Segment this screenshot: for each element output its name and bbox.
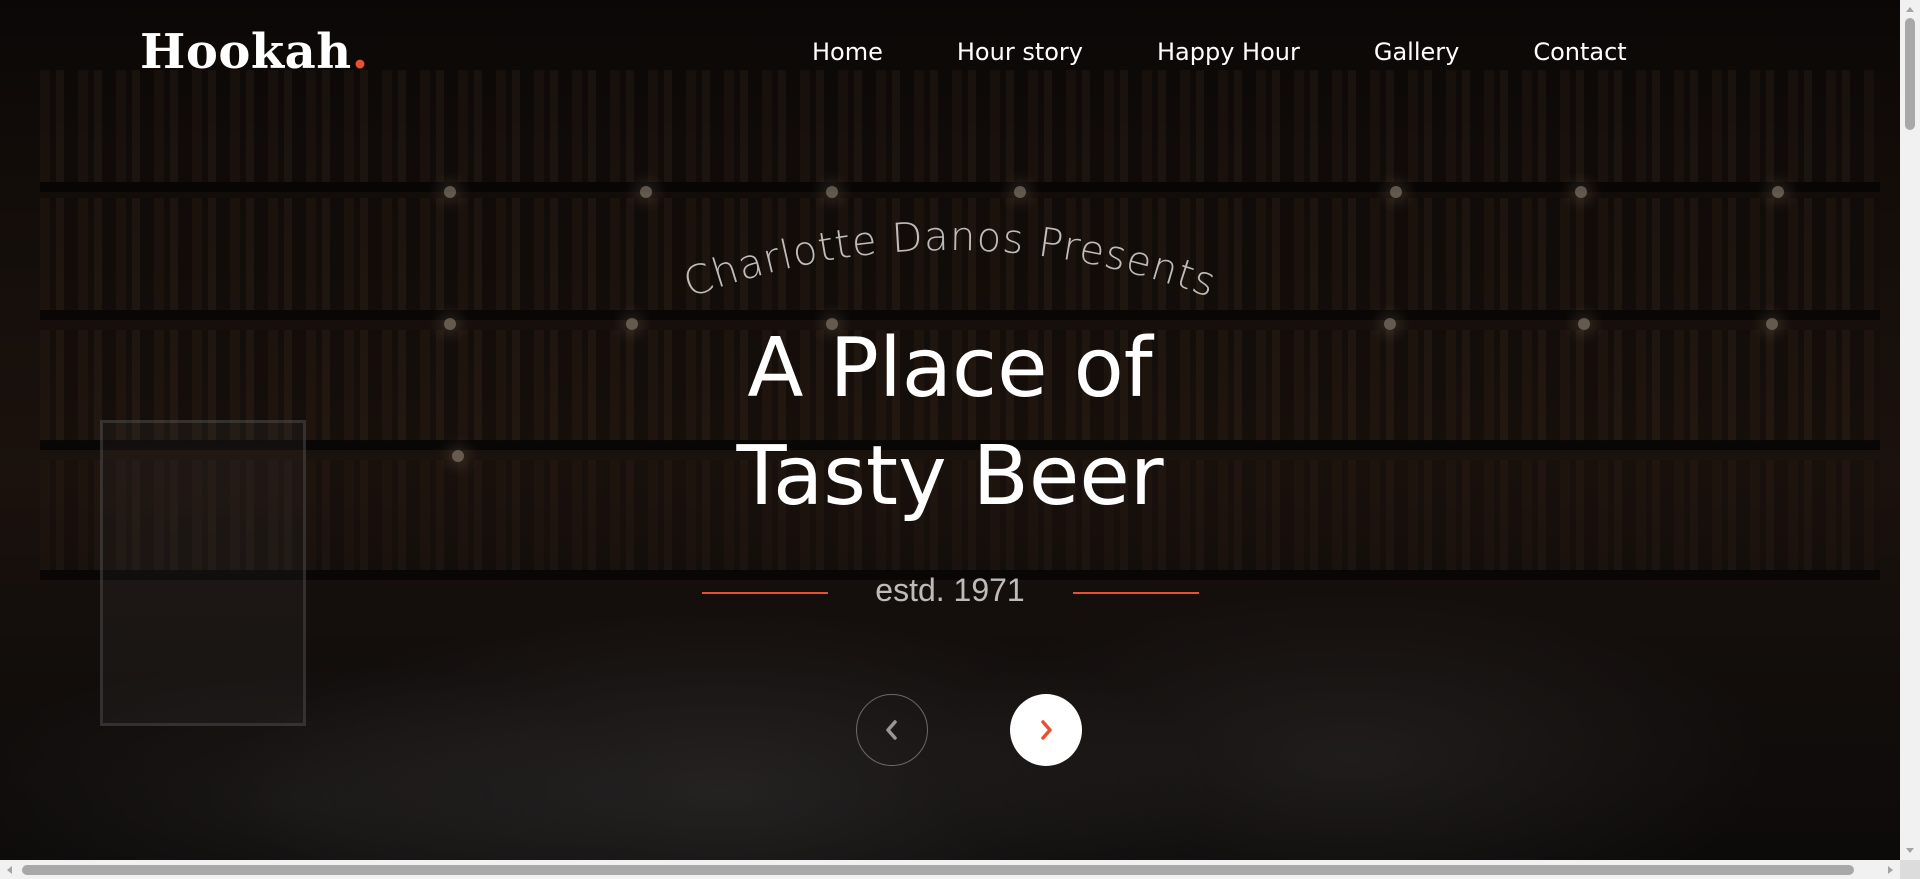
scroll-left-arrow-icon[interactable]	[0, 860, 18, 879]
nav-item-happy-hour[interactable]: Happy Hour	[1157, 38, 1300, 66]
divider-line-right	[1073, 592, 1199, 594]
nav-item-contact[interactable]: Contact	[1533, 38, 1626, 66]
scroll-right-arrow-icon[interactable]	[1882, 860, 1900, 879]
brand-dot: .	[351, 24, 369, 80]
vertical-scroll-thumb[interactable]	[1905, 18, 1915, 130]
chevron-left-icon	[886, 720, 897, 740]
kicker-arc: Charlotte Danos Presents	[678, 214, 1223, 307]
hero-headline-line1: A Place of	[747, 321, 1153, 416]
carousel-prev-button[interactable]	[856, 694, 928, 766]
scrollbar-corner	[1900, 860, 1920, 879]
horizontal-scroll-thumb[interactable]	[22, 865, 1854, 875]
brand-logo[interactable]: Hookah.	[140, 24, 369, 80]
chevron-right-icon	[1041, 720, 1052, 740]
scroll-down-arrow-icon[interactable]	[1900, 842, 1920, 860]
page-viewport: Hookah. Home Hour story Happy Hour Galle…	[0, 0, 1900, 860]
site-header: Hookah. Home Hour story Happy Hour Galle…	[0, 0, 1900, 110]
main-nav: Home Hour story Happy Hour Gallery Conta…	[812, 38, 1627, 66]
divider-line-left	[702, 592, 828, 594]
vertical-scrollbar[interactable]	[1900, 0, 1920, 860]
hero-kicker-path: Charlotte Danos Presents	[678, 214, 1222, 307]
hero-kicker-text: Charlotte Danos Presents	[678, 214, 1223, 307]
established-text: estd. 1971	[875, 572, 1025, 608]
established-row: estd. 1971	[700, 568, 1200, 618]
hero-kicker: Charlotte Danos Presents	[660, 205, 1240, 315]
brand-name: Hookah	[140, 24, 352, 80]
hero-headline-line2: Tasty Beer	[736, 429, 1164, 524]
nav-item-gallery[interactable]: Gallery	[1374, 38, 1459, 66]
carousel-next-button[interactable]	[1010, 694, 1082, 766]
nav-item-hour-story[interactable]: Hour story	[957, 38, 1083, 66]
nav-item-home[interactable]: Home	[812, 38, 883, 66]
horizontal-scrollbar[interactable]	[0, 860, 1900, 879]
scroll-up-arrow-icon[interactable]	[1900, 0, 1920, 18]
hero-headline: A Place of Tasty Beer	[600, 315, 1300, 531]
